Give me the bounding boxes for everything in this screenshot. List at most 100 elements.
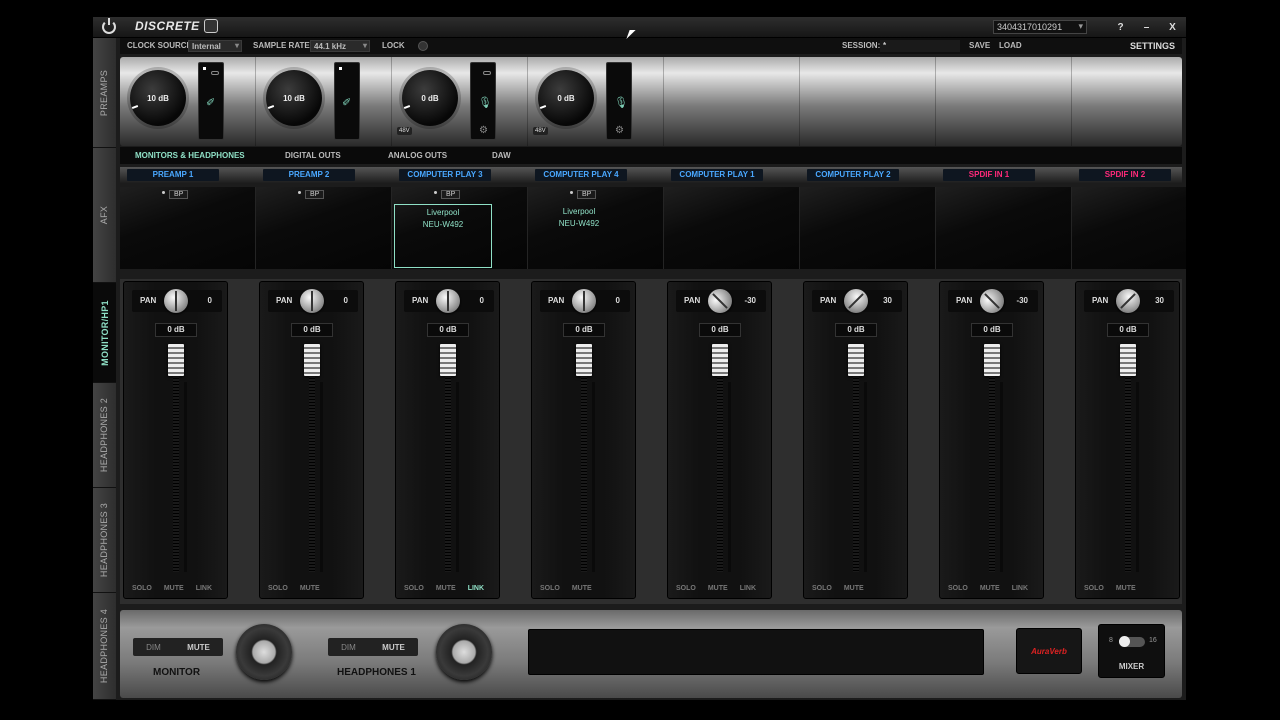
monitor-dim-button[interactable]: DIM [146, 643, 161, 652]
mute-button[interactable]: MUTE [572, 585, 592, 592]
afx-slot[interactable]: BP Liverpool NEU-W492 [392, 187, 528, 269]
fader-track[interactable] [444, 348, 452, 573]
link-button[interactable]: LINK [196, 585, 212, 592]
link-button[interactable]: LINK [468, 585, 484, 592]
mute-button[interactable]: MUTE [980, 585, 1000, 592]
mute-button[interactable]: MUTE [436, 585, 456, 592]
link-icon[interactable] [483, 71, 491, 75]
bypass-toggle[interactable]: BP [162, 190, 189, 199]
bypass-toggle[interactable]: BP [298, 190, 325, 199]
tab-daw[interactable]: DAW [492, 151, 511, 160]
load-button[interactable]: LOAD [999, 41, 1022, 50]
preamp-gain-knob[interactable]: 10 dB [266, 70, 322, 126]
monitor-volume-knob[interactable] [236, 624, 292, 680]
solo-button[interactable]: SOLO [948, 585, 968, 592]
help-button[interactable]: ? [1113, 20, 1128, 35]
solo-button[interactable]: SOLO [132, 585, 152, 592]
preamp-gain-knob[interactable]: 0 dB [538, 70, 594, 126]
mute-button[interactable]: MUTE [164, 585, 184, 592]
sample-rate-select[interactable]: 44.1 kHz [310, 40, 370, 52]
link-icon[interactable] [211, 71, 219, 75]
afx-slot[interactable]: BP Liverpool NEU-W492 [528, 187, 664, 269]
phantom-power-badge[interactable]: 48V [397, 127, 412, 135]
fader-track[interactable] [1124, 348, 1132, 573]
fader-track[interactable] [852, 348, 860, 573]
preamp-input-switch[interactable]: 🎙 ⚙ [470, 62, 496, 140]
phantom-power-badge[interactable]: 48V [533, 127, 548, 135]
fader-track[interactable] [308, 348, 316, 573]
preamp-gain-knob[interactable]: 10 dB [130, 70, 186, 126]
fader-track[interactable] [988, 348, 996, 573]
afx-slot[interactable] [800, 187, 936, 269]
fader-handle[interactable] [304, 344, 320, 376]
tab-monitors-headphones[interactable]: MONITORS & HEADPHONES [135, 151, 245, 160]
solo-button[interactable]: SOLO [676, 585, 696, 592]
pan-knob[interactable] [300, 289, 324, 313]
tab-analog-outs[interactable]: ANALOG OUTS [388, 151, 447, 160]
fader-handle[interactable] [576, 344, 592, 376]
headphones-volume-knob[interactable] [436, 624, 492, 680]
monitor-mute-button[interactable]: MUTE [187, 643, 210, 652]
bypass-toggle[interactable]: BP [434, 190, 461, 199]
mixer-button[interactable]: 8 16 MIXER [1098, 624, 1165, 678]
link-button[interactable]: LINK [740, 585, 756, 592]
fader-handle[interactable] [984, 344, 1000, 376]
solo-button[interactable]: SOLO [404, 585, 424, 592]
afx-slot[interactable] [936, 187, 1072, 269]
afx-slot[interactable]: BP [256, 187, 392, 269]
session-field[interactable]: * [880, 40, 960, 52]
tab-headphones-4[interactable]: HEADPHONES 4 [93, 593, 116, 700]
solo-button[interactable]: SOLO [812, 585, 832, 592]
fader-handle[interactable] [168, 344, 184, 376]
headphones-mute-button[interactable]: MUTE [382, 643, 405, 652]
mute-button[interactable]: MUTE [1116, 585, 1136, 592]
fader-track[interactable] [716, 348, 724, 573]
fader-handle[interactable] [440, 344, 456, 376]
afx-plugin-chain[interactable]: Liverpool NEU-W492 [530, 204, 628, 268]
settings-button[interactable]: SETTINGS [1130, 41, 1175, 51]
pan-knob[interactable] [436, 289, 460, 313]
fader-handle[interactable] [848, 344, 864, 376]
lock-toggle[interactable] [418, 41, 428, 51]
tab-headphones-2[interactable]: HEADPHONES 2 [93, 383, 116, 488]
headphones-dim-button[interactable]: DIM [341, 643, 356, 652]
mixer-size-toggle[interactable] [1119, 636, 1145, 647]
pan-knob[interactable] [1111, 284, 1145, 318]
fader-handle[interactable] [712, 344, 728, 376]
afx-slot[interactable] [664, 187, 800, 269]
pan-knob[interactable] [572, 289, 596, 313]
fader-handle[interactable] [1120, 344, 1136, 376]
device-serial-select[interactable]: 3404317010291 [993, 20, 1087, 34]
afx-plugin-chain[interactable]: Liverpool NEU-W492 [394, 204, 492, 268]
preamp-input-switch[interactable]: 🎙 ⚙ [606, 62, 632, 140]
solo-button[interactable]: SOLO [268, 585, 288, 592]
solo-button[interactable]: SOLO [1084, 585, 1104, 592]
afx-slot[interactable]: BP [120, 187, 256, 269]
link-button[interactable]: LINK [1012, 585, 1028, 592]
gear-icon[interactable]: ⚙ [615, 125, 624, 136]
tab-preamps[interactable]: PREAMPS [93, 38, 116, 148]
gear-icon[interactable]: ⚙ [479, 125, 488, 136]
power-icon[interactable] [102, 18, 116, 34]
pan-knob[interactable] [703, 284, 737, 318]
tab-monitor-hp1[interactable]: MONITOR/HP1 [93, 283, 116, 383]
auraverb-button[interactable]: AuraVerb [1016, 628, 1082, 674]
mute-button[interactable]: MUTE [708, 585, 728, 592]
mute-button[interactable]: MUTE [300, 585, 320, 592]
close-button[interactable]: X [1165, 20, 1180, 35]
pan-knob[interactable] [839, 284, 873, 318]
tab-headphones-3[interactable]: HEADPHONES 3 [93, 488, 116, 593]
fader-track[interactable] [172, 348, 180, 573]
bypass-toggle[interactable]: BP [570, 190, 597, 199]
afx-slot[interactable] [1072, 187, 1186, 269]
preamp-input-switch[interactable]: ✐ [198, 62, 224, 140]
fader-track[interactable] [580, 348, 588, 573]
save-button[interactable]: SAVE [969, 41, 990, 50]
mute-button[interactable]: MUTE [844, 585, 864, 592]
preamp-input-switch[interactable]: ✐ [334, 62, 360, 140]
pan-knob[interactable] [975, 284, 1009, 318]
solo-button[interactable]: SOLO [540, 585, 560, 592]
clock-source-select[interactable]: Internal [188, 40, 242, 52]
tab-afx[interactable]: AFX [93, 148, 116, 283]
pan-knob[interactable] [164, 289, 188, 313]
